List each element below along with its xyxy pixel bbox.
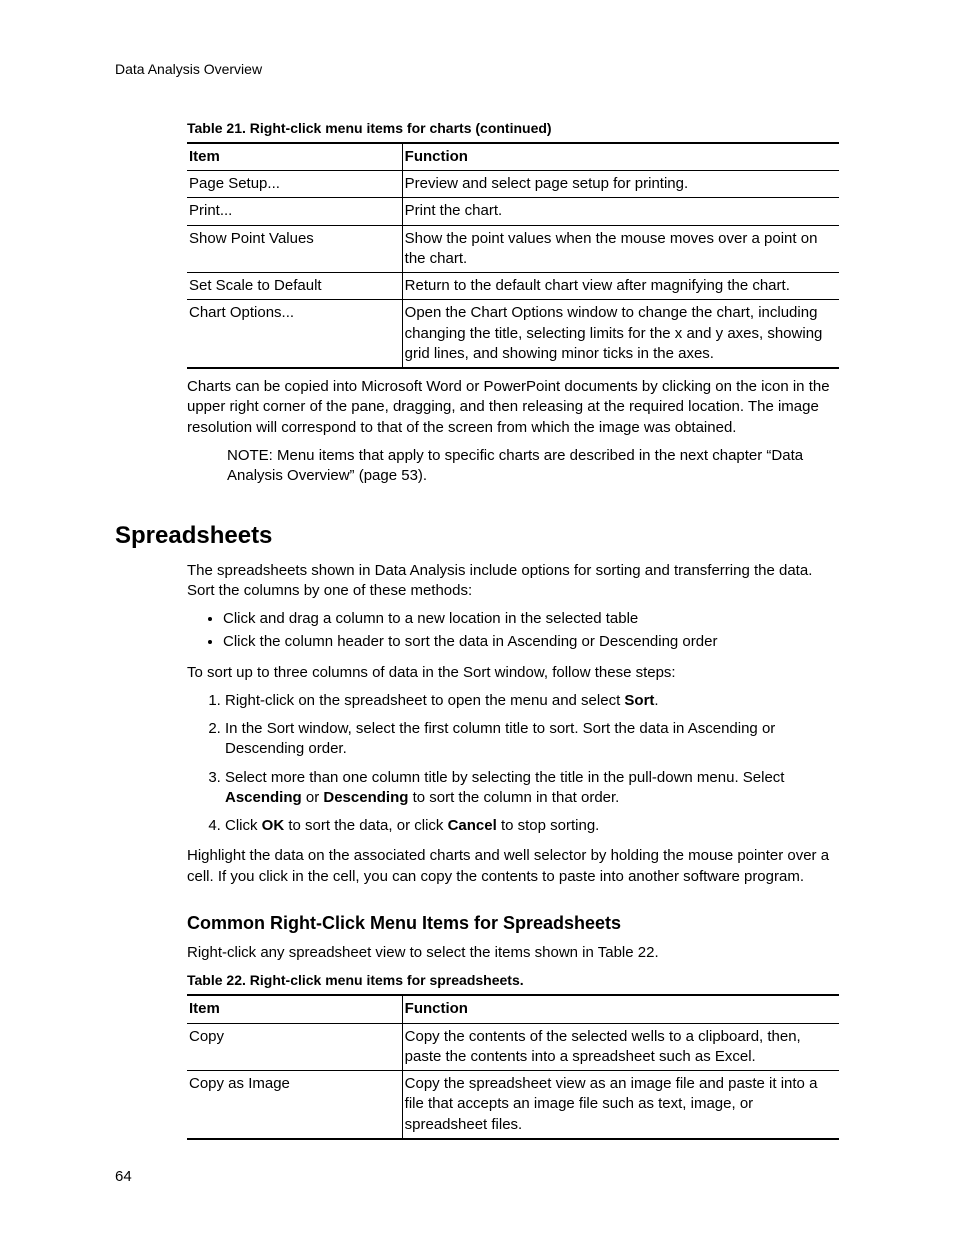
heading-common-menu: Common Right-Click Menu Items for Spread…	[187, 911, 839, 935]
step3-asc-bold: Ascending	[225, 789, 302, 806]
table22-caption: Table 22. Right-click menu items for spr…	[187, 971, 839, 990]
sort-steps: Right-click on the spreadsheet to open t…	[187, 691, 839, 837]
list-item: Select more than one column title by sel…	[225, 768, 839, 809]
table21-caption: Table 21. Right-click menu items for cha…	[187, 119, 839, 138]
list-item: Click the column header to sort the data…	[223, 632, 839, 652]
table-row: Copy Copy the contents of the selected w…	[187, 1023, 839, 1071]
table21-r1-item: Print...	[187, 198, 402, 225]
table21: Item Function Page Setup... Preview and …	[187, 142, 839, 369]
running-head: Data Analysis Overview	[115, 60, 839, 79]
note-block: NOTE: Menu items that apply to specific …	[227, 446, 839, 487]
page-number: 64	[115, 1167, 132, 1187]
step3-text-c: or	[302, 789, 324, 806]
step1-text-c: .	[654, 692, 658, 709]
table22-r0-item: Copy	[187, 1023, 402, 1071]
table22-head-func: Function	[402, 995, 839, 1023]
step3-text-e: to sort the column in that order.	[408, 789, 619, 806]
table21-r4-item: Chart Options...	[187, 300, 402, 368]
step4-text-c: to sort the data, or click	[284, 817, 447, 834]
step4-ok-bold: OK	[262, 817, 285, 834]
step4-text-e: to stop sorting.	[497, 817, 600, 834]
table-row: Set Scale to Default Return to the defau…	[187, 273, 839, 300]
table21-r3-item: Set Scale to Default	[187, 273, 402, 300]
common-menu-intro: Right-click any spreadsheet view to sele…	[187, 943, 839, 963]
step3-desc-bold: Descending	[323, 789, 408, 806]
spreadsheets-bullets: Click and drag a column to a new locatio…	[187, 609, 839, 653]
list-item: Right-click on the spreadsheet to open t…	[225, 691, 839, 711]
step1-text-a: Right-click on the spreadsheet to open t…	[225, 692, 624, 709]
step4-text-a: Click	[225, 817, 262, 834]
table-row: Show Point Values Show the point values …	[187, 225, 839, 273]
table22: Item Function Copy Copy the contents of …	[187, 994, 839, 1140]
table22-head-item: Item	[187, 995, 402, 1023]
table21-r4-func: Open the Chart Options window to change …	[402, 300, 839, 368]
list-item: Click and drag a column to a new locatio…	[223, 609, 839, 629]
table21-head-func: Function	[402, 143, 839, 171]
table22-r1-func: Copy the spreadsheet view as an image fi…	[402, 1071, 839, 1139]
step4-cancel-bold: Cancel	[448, 817, 497, 834]
table22-r1-item: Copy as Image	[187, 1071, 402, 1139]
step1-sort-bold: Sort	[624, 692, 654, 709]
table-row: Page Setup... Preview and select page se…	[187, 171, 839, 198]
table21-r0-item: Page Setup...	[187, 171, 402, 198]
heading-spreadsheets: Spreadsheets	[115, 520, 839, 552]
table21-r2-func: Show the point values when the mouse mov…	[402, 225, 839, 273]
content-area: Table 21. Right-click menu items for cha…	[187, 119, 839, 1140]
highlight-para: Highlight the data on the associated cha…	[187, 846, 839, 887]
step3-text-a: Select more than one column title by sel…	[225, 769, 784, 786]
list-item: Click OK to sort the data, or click Canc…	[225, 816, 839, 836]
list-item: In the Sort window, select the first col…	[225, 719, 839, 760]
spreadsheets-intro: The spreadsheets shown in Data Analysis …	[187, 561, 839, 602]
table-row: Copy as Image Copy the spreadsheet view …	[187, 1071, 839, 1139]
table22-r0-func: Copy the contents of the selected wells …	[402, 1023, 839, 1071]
table21-r3-func: Return to the default chart view after m…	[402, 273, 839, 300]
table21-head-item: Item	[187, 143, 402, 171]
table-row: Chart Options... Open the Chart Options …	[187, 300, 839, 368]
sort-intro: To sort up to three columns of data in t…	[187, 663, 839, 683]
page: Data Analysis Overview Table 21. Right-c…	[0, 0, 954, 1235]
table-row: Print... Print the chart.	[187, 198, 839, 225]
para-after-table21: Charts can be copied into Microsoft Word…	[187, 377, 839, 438]
table21-r0-func: Preview and select page setup for printi…	[402, 171, 839, 198]
table21-r1-func: Print the chart.	[402, 198, 839, 225]
table21-r2-item: Show Point Values	[187, 225, 402, 273]
